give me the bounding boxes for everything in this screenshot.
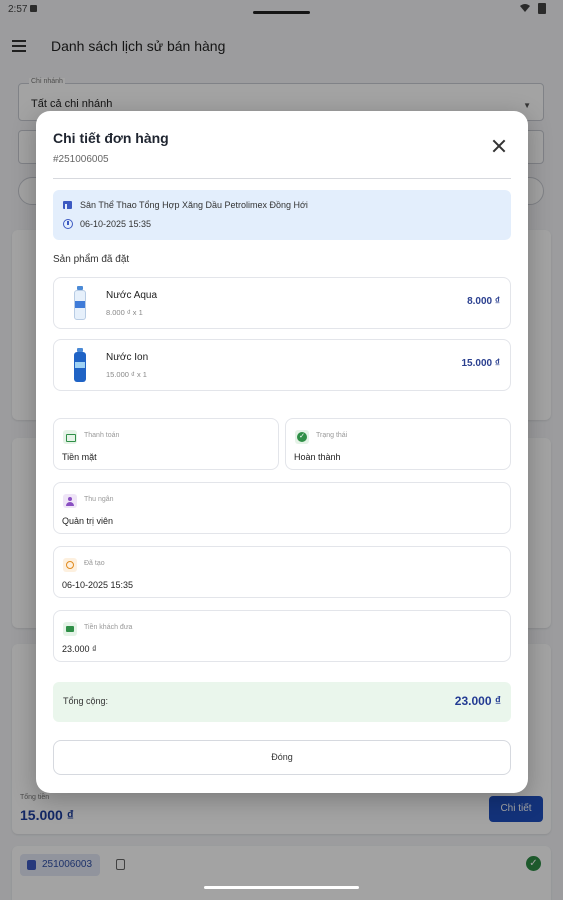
divider [53,178,511,179]
water-bottle-icon [74,286,86,320]
close-button[interactable]: Đóng [53,740,511,775]
check-circle-icon [295,430,309,444]
created-date-tile: Đã tạo 06-10-2025 15:35 [53,546,511,598]
store-row: Sân Thể Thao Tổng Hợp Xăng Dầu Petrolime… [63,198,308,212]
payment-tile: Thanh toán Tiền mặt [53,418,279,470]
cash-icon [63,430,77,444]
products-section-title: Sản phẩm đã đặt [53,254,130,265]
status-label: Trạng thái [316,432,348,439]
product-item: Nước Aqua 8.000 ₫ x 1 8.000 ₫ [53,277,511,329]
total-value: 23.000 ₫ [454,694,501,708]
product-name: Nước Aqua [106,290,158,301]
clock-icon [63,219,73,229]
product-name: Nước Ion [106,352,149,363]
clock-icon [63,558,77,572]
store-icon [63,201,72,209]
store-name: Sân Thể Thao Tổng Hợp Xăng Dầu Petrolime… [80,200,308,210]
order-info-box: Sân Thể Thao Tổng Hợp Xăng Dầu Petrolime… [53,190,511,240]
created-date-label: Đã tạo [84,560,105,567]
home-indicator[interactable] [204,886,359,889]
cashier-value: Quản trị viên [62,516,114,526]
status-value: Hoàn thành [294,452,341,462]
order-detail-dialog: Chi tiết đơn hàng #251006005 Sân Thể Tha… [36,111,528,793]
order-datetime: 06-10-2025 15:35 [80,219,152,229]
product-price: 8.000 ₫ [467,296,500,307]
total-label: Tổng cộng: [63,696,109,706]
close-icon[interactable] [492,139,506,153]
dialog-title: Chi tiết đơn hàng [53,130,169,146]
cashier-tile: Thu ngân Quản trị viên [53,482,511,534]
cash-received-label: Tiền khách đưa [84,624,133,631]
cashier-label: Thu ngân [84,496,114,503]
status-tile: Trạng thái Hoàn thành [285,418,511,470]
product-item: Nước Ion 15.000 ₫ x 1 15.000 ₫ [53,339,511,391]
order-code: #251006005 [53,154,109,165]
product-price: 15.000 ₫ [461,358,501,369]
product-qty: 15.000 ₫ x 1 [106,370,147,379]
payment-label: Thanh toán [84,432,120,439]
product-qty: 8.000 ₫ x 1 [106,308,143,317]
water-bottle-icon [74,348,86,382]
cash-received-tile: Tiền khách đưa 23.000 ₫ [53,610,511,662]
total-box: Tổng cộng: 23.000 ₫ [53,682,511,722]
user-icon [63,494,77,508]
cash-received-value: 23.000 ₫ [62,644,97,654]
created-date-value: 06-10-2025 15:35 [62,580,134,590]
wallet-icon [63,622,77,636]
datetime-row: 06-10-2025 15:35 [63,217,151,231]
payment-value: Tiền mặt [62,452,97,462]
